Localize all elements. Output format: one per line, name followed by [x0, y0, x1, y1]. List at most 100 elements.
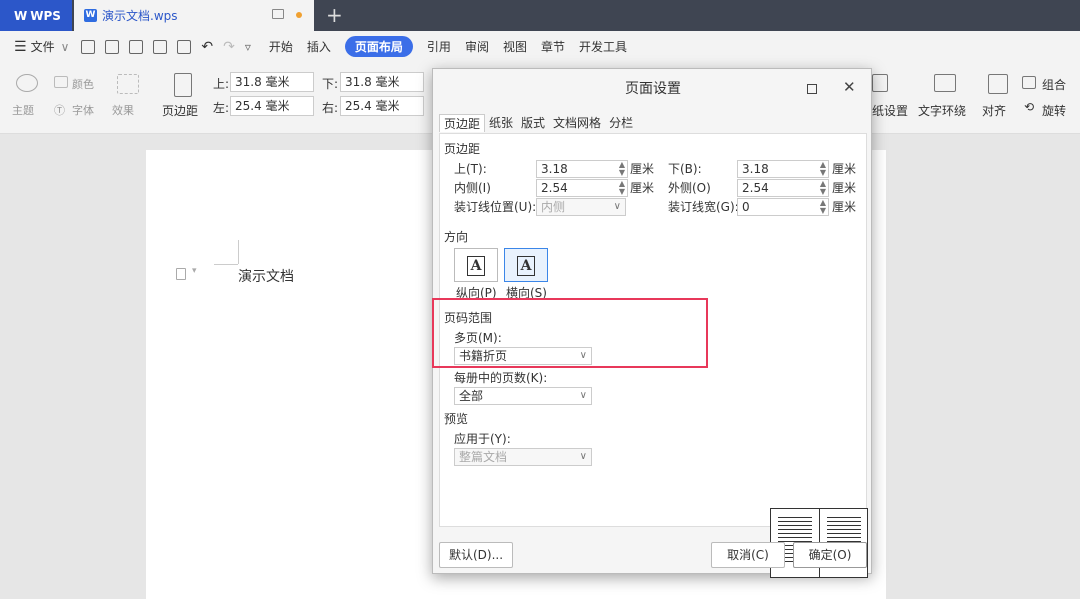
font-button[interactable]: 字体: [72, 102, 94, 118]
format-painter-icon[interactable]: [129, 39, 144, 54]
effect-button[interactable]: 效果: [112, 102, 134, 118]
top-margin-unit[interactable]: 厘米: [630, 160, 654, 177]
file-menu[interactable]: ☰ 文件 ∨: [14, 38, 69, 55]
text-wrap-button[interactable]: 文字环绕: [918, 102, 966, 119]
top-margin-spinner[interactable]: 3.18 ▲ ▼: [536, 160, 628, 178]
tab-layout[interactable]: 版式: [517, 114, 549, 132]
wps-app-tab[interactable]: W WPS: [0, 0, 72, 31]
orientation-section-title: 方向: [444, 230, 469, 244]
color-icon[interactable]: [54, 76, 68, 88]
align-icon[interactable]: [988, 74, 1008, 94]
apply-to-label: 应用于(Y):: [454, 432, 511, 446]
theme-icon[interactable]: [16, 74, 38, 92]
gutter-position-select[interactable]: 内侧 ∨: [536, 198, 626, 216]
rotate-button[interactable]: 旋转: [1042, 102, 1066, 119]
top-margin-label: 上(T):: [454, 162, 487, 176]
menu-tab-review[interactable]: 审阅: [465, 38, 489, 55]
monitor-icon[interactable]: [272, 9, 284, 19]
margin-corner-line: [214, 264, 238, 265]
rotate-icon[interactable]: ⟲: [1024, 100, 1034, 114]
tab-margins[interactable]: 页边距: [439, 114, 486, 132]
margins-button[interactable]: 页边距: [162, 102, 198, 119]
unsaved-dot-icon: [296, 12, 302, 18]
chevron-down-icon[interactable]: ▾: [192, 266, 197, 276]
redo-icon[interactable]: ↷: [223, 39, 235, 55]
new-tab-plus-icon[interactable]: +: [326, 3, 343, 27]
spinner-arrows-icon[interactable]: ▲ ▼: [820, 161, 826, 177]
align-button[interactable]: 对齐: [982, 102, 1006, 119]
outer-margin-value: 2.54: [742, 181, 769, 195]
group-button[interactable]: 组合: [1042, 76, 1066, 93]
tab-paper[interactable]: 纸张: [485, 114, 517, 132]
tab-document-grid[interactable]: 文档网格: [549, 114, 605, 132]
save-icon[interactable]: [105, 39, 120, 54]
preview-section-title: 预览: [444, 412, 469, 426]
open-folder-icon[interactable]: [81, 39, 96, 54]
hamburger-icon: ☰: [14, 38, 27, 55]
apply-to-select[interactable]: 整篇文档 ∨: [454, 448, 592, 466]
menu-tab-developer[interactable]: 开发工具: [579, 38, 627, 55]
gutter-position-label: 装订线位置(U):: [454, 200, 537, 214]
menu-tab-home[interactable]: 开始: [269, 38, 293, 55]
effect-icon[interactable]: [117, 74, 139, 94]
default-button[interactable]: 默认(D)...: [439, 542, 513, 568]
chevron-down-icon: ∨: [60, 39, 70, 54]
paper-settings-icon[interactable]: [872, 74, 888, 92]
bottom-margin-label: 下(B):: [668, 162, 702, 176]
document-body-text[interactable]: 演示文档: [238, 266, 294, 286]
menu-tab-page-layout[interactable]: 页面布局: [344, 36, 413, 57]
paper-settings-button[interactable]: 纸设置: [872, 102, 908, 119]
left-margin-input[interactable]: 25.4 毫米: [230, 96, 314, 116]
outer-margin-unit[interactable]: 厘米: [832, 179, 856, 196]
apply-to-value: 整篇文档: [459, 450, 508, 464]
customize-toolbar-icon[interactable]: ▿: [245, 40, 251, 54]
margins-icon[interactable]: [174, 73, 192, 97]
group-icon[interactable]: [1022, 76, 1036, 89]
spinner-arrows-icon[interactable]: ▲ ▼: [619, 161, 625, 177]
portrait-button[interactable]: A: [454, 248, 498, 282]
inner-margin-unit[interactable]: 厘米: [630, 179, 654, 196]
menu-tab-view[interactable]: 视图: [503, 38, 527, 55]
spinner-arrows-icon[interactable]: ▲ ▼: [619, 180, 625, 196]
undo-icon[interactable]: ↶: [201, 39, 213, 55]
right-margin-input[interactable]: 25.4 毫米: [340, 96, 424, 116]
document-icon: W: [84, 9, 97, 22]
top-margin-input[interactable]: 31.8 毫米: [230, 72, 314, 92]
gutter-width-label: 装订线宽(G):: [668, 200, 739, 214]
menu-tab-references[interactable]: 引用: [427, 38, 451, 55]
menu-tab-insert[interactable]: 插入: [307, 38, 331, 55]
top-margin-value: 3.18: [541, 162, 568, 176]
print-icon[interactable]: [153, 39, 168, 54]
inner-margin-spinner[interactable]: 2.54 ▲ ▼: [536, 179, 628, 197]
close-icon[interactable]: ✕: [843, 78, 856, 96]
document-tab[interactable]: W 演示文档.wps: [74, 0, 314, 31]
bottom-margin-input[interactable]: 31.8 毫米: [340, 72, 424, 92]
theme-button[interactable]: 主题: [12, 102, 34, 118]
bottom-margin-unit[interactable]: 厘米: [832, 160, 856, 177]
spinner-arrows-icon[interactable]: ▲ ▼: [820, 199, 826, 215]
maximize-icon[interactable]: [807, 84, 817, 94]
spinner-arrows-icon[interactable]: ▲ ▼: [820, 180, 826, 196]
cancel-button[interactable]: 取消(C): [711, 542, 785, 568]
bottom-margin-spinner[interactable]: 3.18 ▲ ▼: [737, 160, 829, 178]
portrait-page-icon: A: [466, 256, 486, 276]
font-icon[interactable]: Ⓣ: [54, 102, 65, 118]
gutter-width-spinner[interactable]: 0 ▲ ▼: [737, 198, 829, 216]
ok-button[interactable]: 确定(O): [793, 542, 867, 568]
landscape-button[interactable]: A: [504, 248, 548, 282]
print-preview-icon[interactable]: [177, 39, 192, 54]
landscape-page-icon: A: [516, 256, 536, 276]
text-wrap-icon[interactable]: [934, 74, 956, 92]
menu-tab-chapter[interactable]: 章节: [541, 38, 565, 55]
gutter-width-unit[interactable]: 厘米: [832, 198, 856, 215]
menu-bar: ☰ 文件 ∨ ↶ ↷ ▿ 开始 插入 页面布局 引用 审阅 视图 章节 开发工具: [0, 31, 1080, 62]
right-margin-label: 右:: [322, 101, 339, 115]
paragraph-doc-icon[interactable]: [176, 268, 186, 280]
color-button[interactable]: 颜色: [72, 76, 94, 92]
outer-margin-spinner[interactable]: 2.54 ▲ ▼: [737, 179, 829, 197]
title-bar: W WPS W 演示文档.wps +: [0, 0, 1080, 31]
chevron-down-icon: ∨: [579, 390, 587, 401]
pages-per-booklet-value: 全部: [459, 389, 484, 403]
pages-per-booklet-select[interactable]: 全部 ∨: [454, 387, 592, 405]
tab-columns[interactable]: 分栏: [605, 114, 637, 132]
